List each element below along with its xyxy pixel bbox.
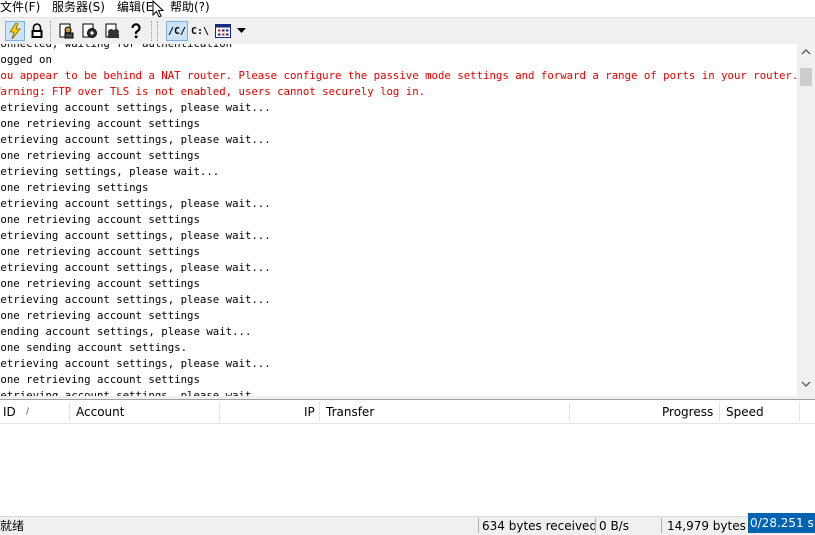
column-separator[interactable] — [319, 402, 320, 422]
toolbar-separator — [50, 21, 52, 41]
view-dropdown-button[interactable] — [234, 21, 248, 41]
transfer-list-header: ID / Account IP Transfer Progress Speed — [0, 400, 815, 424]
log-line: Done retrieving account settings — [0, 309, 200, 322]
log-line: Done retrieving account settings — [0, 117, 200, 130]
status-separator — [661, 518, 662, 533]
gear-icon — [82, 23, 97, 38]
column-account[interactable]: Account — [76, 400, 124, 424]
path-slash-label: /C/ — [167, 25, 187, 37]
scroll-up-icon[interactable] — [801, 48, 811, 58]
scroll-down-icon[interactable] — [801, 380, 811, 390]
connect-button[interactable] — [5, 21, 25, 41]
mouse-cursor-icon — [152, 0, 165, 18]
help-button[interactable] — [126, 21, 146, 41]
help-icon — [131, 23, 141, 39]
status-separator — [595, 518, 596, 533]
status-bar: 就绪 634 bytes received 0 B/s 14,979 bytes… — [0, 516, 815, 533]
log-scrollbar[interactable] — [797, 44, 815, 396]
settings-button[interactable] — [103, 21, 123, 41]
lightning-icon — [9, 23, 21, 39]
lock-icon — [31, 23, 43, 38]
log-line: Done retrieving account settings — [0, 213, 200, 226]
group-icon — [105, 23, 119, 38]
lock-button[interactable] — [27, 21, 47, 41]
log-line: Done retrieving account settings — [0, 373, 200, 386]
menu-edit[interactable]: 编辑(E — [117, 0, 153, 17]
log-line: Retrieving account settings, please wait… — [0, 261, 271, 274]
timer-overlay: 0/28.251 s — [748, 513, 815, 533]
status-bytes-received: 634 bytes received — [482, 519, 598, 533]
column-separator[interactable] — [799, 402, 800, 422]
log-line: Retrieving account settings, please wait… — [0, 133, 271, 146]
view-button[interactable] — [213, 21, 233, 41]
menu-help[interactable]: 帮助(?) — [170, 0, 210, 17]
transfer-list[interactable] — [0, 424, 815, 516]
log-line: Retrieving account settings, please wait… — [0, 389, 271, 396]
sort-indicator-icon: / — [26, 407, 30, 417]
toolbar-separator — [157, 21, 159, 41]
log-pane[interactable]: Connected, waiting for authenticationLog… — [0, 44, 797, 396]
chevron-down-icon — [236, 28, 246, 33]
log-line: Logged on — [0, 53, 52, 66]
column-separator[interactable] — [219, 402, 220, 422]
path-backslash-label: C:\ — [190, 25, 210, 37]
menu-server[interactable]: 服务器(S) — [52, 0, 105, 17]
scrollbar-thumb[interactable] — [800, 68, 812, 86]
column-separator[interactable] — [719, 402, 720, 422]
log-line: Connected, waiting for authentication — [0, 44, 232, 52]
log-line: You appear to be behind a NAT router. Pl… — [0, 69, 797, 82]
toolbar: /C/ C:\ — [0, 17, 815, 45]
log-line: Done retrieving account settings — [0, 277, 200, 290]
menu-bar: 文件(F) 服务器(S) 编辑(E 帮助(?) — [0, 0, 815, 18]
log-line: Done retrieving account settings — [0, 149, 200, 162]
log-line: Done retrieving settings — [0, 181, 149, 194]
users-button[interactable] — [57, 21, 77, 41]
column-speed[interactable]: Speed — [726, 400, 764, 424]
status-bytes-sent: 14,979 bytes s — [667, 519, 756, 533]
status-receive-rate: 0 B/s — [599, 519, 629, 533]
log-line: Done retrieving account settings — [0, 245, 200, 258]
grid-icon — [215, 24, 231, 38]
status-ready: 就绪 — [0, 519, 25, 533]
column-ip[interactable]: IP — [304, 400, 315, 424]
log-line: Done sending account settings. — [0, 341, 188, 354]
log-line: Retrieving account settings, please wait… — [0, 357, 271, 370]
column-separator[interactable] — [569, 402, 570, 422]
column-separator[interactable] — [69, 402, 70, 422]
path-slash-button[interactable]: /C/ — [166, 21, 188, 41]
toolbar-separator — [151, 21, 153, 41]
log-line: Retrieving account settings, please wait… — [0, 293, 271, 306]
log-line: Warning: FTP over TLS is not enabled, us… — [0, 85, 426, 98]
log-line: Retrieving account settings, please wait… — [0, 197, 271, 210]
log-line: Retrieving account settings, please wait… — [0, 229, 271, 242]
column-transfer[interactable]: Transfer — [326, 400, 374, 424]
path-backslash-button[interactable]: C:\ — [189, 21, 211, 41]
column-progress[interactable]: Progress — [662, 400, 713, 424]
log-line: Sending account settings, please wait... — [0, 325, 252, 338]
status-separator — [478, 518, 479, 533]
menu-file[interactable]: 文件(F) — [0, 0, 40, 17]
log-line: Retrieving account settings, please wait… — [0, 101, 271, 114]
groups-button[interactable] — [80, 21, 100, 41]
column-id[interactable]: ID — [3, 400, 16, 424]
log-line: Retrieving settings, please wait... — [0, 165, 220, 178]
users-icon — [59, 23, 74, 39]
